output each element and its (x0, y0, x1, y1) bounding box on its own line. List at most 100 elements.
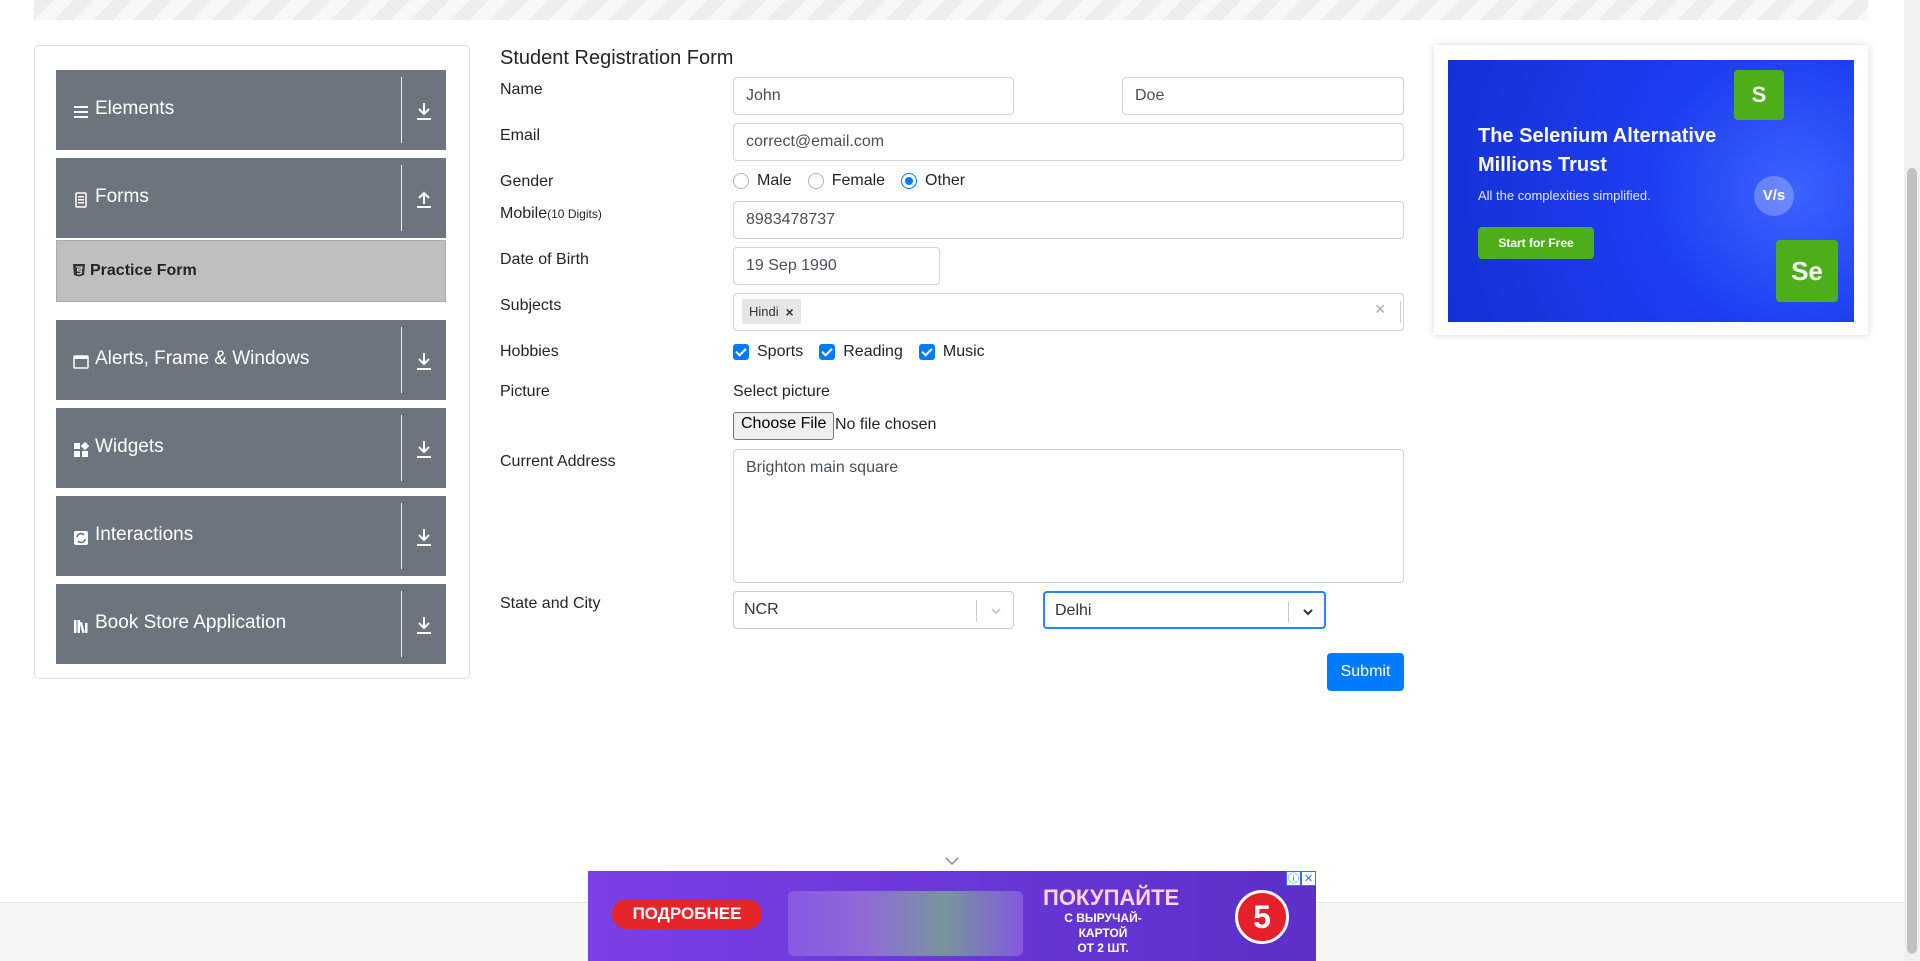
scrollbar[interactable] (1904, 0, 1920, 961)
widgets-icon (74, 442, 89, 457)
gender-other-label: Other (925, 172, 966, 189)
sidebar-group-book-store[interactable]: Book Store Application (56, 584, 446, 664)
download-icon[interactable] (414, 100, 434, 122)
chip-remove-icon[interactable]: × (779, 304, 801, 320)
picture-prompt: Select picture (733, 383, 830, 400)
ad-buy-qty: ОТ 2 ШТ. (1077, 941, 1129, 955)
sidebar-item-practice-form[interactable]: Practice Form (56, 240, 446, 302)
hobby-music-checkbox[interactable]: Music (918, 343, 985, 361)
gender-female-label: Female (831, 172, 886, 189)
hobby-sports-checkbox[interactable]: Sports (733, 343, 803, 361)
subjects-label: Subjects (500, 297, 562, 314)
choose-file-button[interactable]: Choose File (733, 412, 835, 440)
download-icon[interactable] (414, 614, 434, 636)
ad-subline: All the complexities simplified. (1478, 188, 1651, 203)
upload-icon[interactable] (414, 188, 434, 210)
gender-female-radio[interactable]: Female (807, 172, 886, 190)
gender-options: Male Female Other (733, 172, 981, 190)
clear-subjects-icon[interactable]: × (1375, 299, 1386, 320)
subject-chip: Hindi × (742, 299, 801, 324)
divider (401, 591, 402, 657)
ad-vs-badge: V/s (1754, 176, 1794, 216)
ad-start-button[interactable]: Start for Free (1478, 227, 1594, 259)
gender-male-label: Male (757, 172, 792, 189)
radio-button[interactable] (807, 173, 824, 189)
download-icon[interactable] (414, 526, 434, 548)
city-select[interactable]: Delhi (1043, 591, 1326, 629)
ad-buy-headline: ПОКУПАЙТЕ (1043, 885, 1180, 910)
date-of-birth-input[interactable]: 19 Sep 1990 (733, 247, 940, 285)
document-icon (75, 192, 87, 208)
mobile-label-text: Mobile (500, 205, 548, 222)
checkbox-checked[interactable] (918, 344, 935, 360)
mobile-input[interactable]: 8983478737 (733, 201, 1404, 239)
divider (401, 77, 402, 143)
sidebar-group-widgets[interactable]: Widgets (56, 408, 446, 488)
bottom-ad-banner[interactable]: ПОДРОБНЕЕ ПОКУПАЙТЕ С ВЫРУЧАЙ-КАРТОЙ ОТ … (588, 871, 1316, 961)
sidebar-group-forms[interactable]: Forms (56, 158, 446, 238)
address-label: Current Address (500, 453, 616, 470)
email-input[interactable]: correct@email.com (733, 123, 1404, 161)
chevron-down-icon[interactable] (989, 604, 1003, 618)
sidebar-group-label: Interactions (95, 524, 194, 545)
sidebar-group-label: Book Store Application (95, 612, 287, 633)
mobile-label: Mobile(10 Digits) (500, 205, 602, 223)
picture-label: Picture (500, 383, 550, 400)
close-icon[interactable]: ✕ (1301, 871, 1316, 886)
subject-chip-label: Hindi (749, 304, 779, 319)
last-name-input[interactable]: Doe (1122, 77, 1404, 115)
selenium-ad[interactable]: S The Selenium Alternative Millions Trus… (1448, 60, 1854, 322)
books-icon (74, 620, 88, 634)
gender-male-radio[interactable]: Male (733, 172, 792, 190)
sidebar-group-alerts[interactable]: Alerts, Frame & Windows (56, 320, 446, 400)
sidebar-group-label: Alerts, Frame & Windows (95, 348, 310, 369)
divider (1288, 601, 1289, 623)
sidebar-item-label: Practice Form (90, 262, 197, 279)
first-name-input[interactable]: John (733, 77, 1014, 115)
info-icon[interactable]: ⓘ (1286, 871, 1301, 886)
submit-button[interactable]: Submit (1327, 653, 1404, 691)
divider (401, 503, 402, 569)
hobby-reading-label: Reading (843, 343, 903, 360)
ad-controls: ⓘ ✕ (1286, 871, 1316, 886)
hobbies-options: Sports Reading Music (733, 343, 1001, 361)
hobby-sports-label: Sports (757, 343, 804, 360)
chevron-down-icon[interactable] (944, 855, 960, 867)
subjects-input[interactable] (733, 293, 1404, 331)
radio-button-selected[interactable] (901, 173, 918, 189)
download-icon[interactable] (414, 350, 434, 372)
state-select-value: NCR (744, 601, 779, 618)
gender-label: Gender (500, 173, 554, 190)
file-status: No file chosen (835, 416, 937, 433)
hamburger-icon (74, 106, 88, 118)
current-address-textarea[interactable]: Brighton main square (733, 449, 1404, 583)
html5-icon (73, 264, 85, 277)
scrollbar-thumb[interactable] (1907, 168, 1917, 954)
hobbies-label: Hobbies (500, 343, 559, 360)
email-label: Email (500, 127, 541, 144)
sidebar: Elements Forms Practice Form Alerts, Fra… (34, 45, 470, 679)
sidebar-group-elements[interactable]: Elements (56, 70, 446, 150)
top-banner-strip (34, 0, 1868, 20)
ad-s-badge: S (1734, 70, 1784, 120)
hobby-reading-checkbox[interactable]: Reading (819, 343, 903, 361)
divider (976, 600, 977, 622)
dob-label: Date of Birth (500, 251, 589, 268)
gender-other-radio[interactable]: Other (901, 172, 965, 190)
ad-product-image (788, 891, 1023, 956)
chevron-down-icon[interactable] (1301, 605, 1315, 619)
sidebar-group-label: Forms (95, 186, 149, 207)
divider (401, 327, 402, 393)
sidebar-group-label: Elements (95, 98, 175, 119)
ad-headline: The Selenium Alternative Millions Trust (1478, 125, 1717, 176)
sidebar-group-interactions[interactable]: Interactions (56, 496, 446, 576)
divider (1400, 301, 1401, 323)
state-city-label: State and City (500, 595, 601, 612)
hobby-music-label: Music (942, 343, 985, 360)
checkbox-checked[interactable] (819, 344, 836, 360)
radio-button[interactable] (733, 173, 749, 189)
ad-more-button[interactable]: ПОДРОБНЕЕ (612, 899, 762, 929)
state-select[interactable]: NCR (733, 591, 1014, 629)
checkbox-checked[interactable] (733, 344, 749, 360)
download-icon[interactable] (414, 438, 434, 460)
